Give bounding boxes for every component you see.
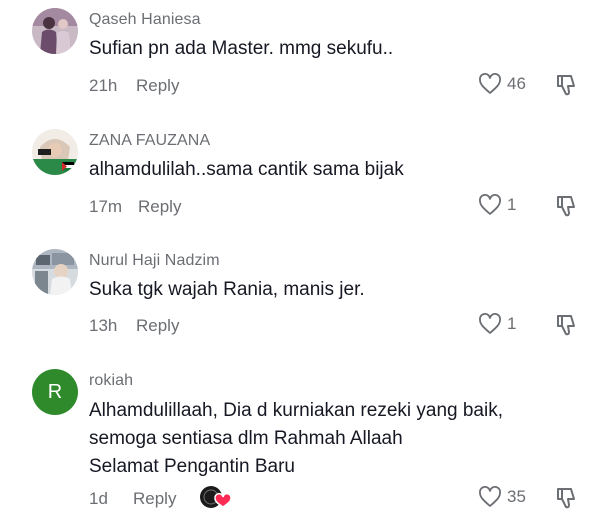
comment-text-line: Alhamdulillaah, Dia d kurniakan rezeki y… [89,400,504,421]
dislike-button[interactable] [554,313,580,342]
dislike-icon [554,315,580,341]
dislike-button[interactable] [554,194,580,223]
comment-text: Sufian pn ada Master. mmg sekufu.. [89,38,394,59]
comment-text: Suka tgk wajah Rania, manis jer. [89,279,365,300]
comment-time: 1d [89,489,108,508]
like-button[interactable]: 35 [478,486,526,508]
comment-username[interactable]: Nurul Haji Nadzim [89,252,220,270]
heart-outline-icon [478,313,502,335]
comment-text: Alhamdulillaah, Dia d kurniakan rezeki y… [89,397,559,481]
heart-outline-icon [478,486,502,508]
dislike-icon [554,75,580,101]
comment-time: 21h [89,76,118,95]
like-button[interactable]: 1 [478,313,516,335]
dislike-button[interactable] [554,486,580,515]
comment-username[interactable]: Qaseh Haniesa [89,11,201,29]
reply-button[interactable]: Reply [136,76,179,96]
comment-text-line: Selamat Pengantin Baru [89,456,295,477]
avatar[interactable] [32,249,78,295]
like-count: 1 [507,314,517,333]
like-button[interactable]: 1 [478,194,516,216]
avatar[interactable] [32,129,78,175]
like-count: 35 [507,487,526,506]
avatar[interactable]: R [32,369,78,415]
reply-button[interactable]: Reply [138,197,181,217]
dislike-icon [554,488,580,514]
comment-time: 13h [89,316,118,335]
comment-username[interactable]: ZANA FAUZANA [89,132,210,150]
reply-button[interactable]: Reply [136,316,179,336]
like-button[interactable]: 46 [478,73,526,95]
dislike-icon [554,196,580,222]
dislike-button[interactable] [554,73,580,102]
like-count: 1 [507,195,517,214]
like-count: 46 [507,74,526,93]
comment-text-line: semoga sentiasa dlm Rahmah Allaah [89,428,403,449]
avatar[interactable] [32,8,78,54]
comment-text: alhamdulilah..sama cantik sama bijak [89,159,404,180]
reply-button[interactable]: Reply [133,489,176,509]
comment-username[interactable]: rokiah [89,372,133,390]
heart-outline-icon [478,73,502,95]
heart-outline-icon [478,194,502,216]
creator-liked-badge [199,484,233,510]
comment-time: 17m [89,197,123,216]
